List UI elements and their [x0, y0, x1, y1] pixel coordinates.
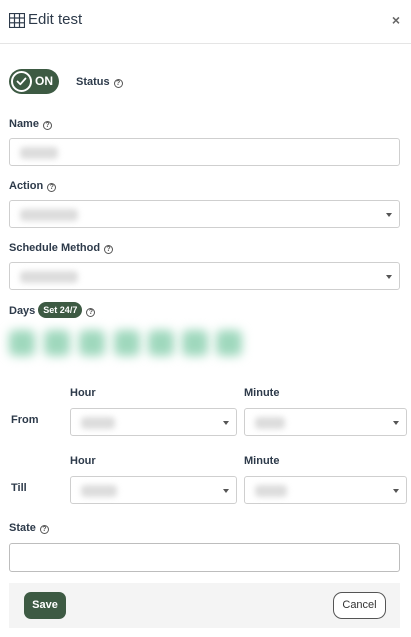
state-label-text: State: [9, 522, 36, 534]
help-icon[interactable]: ?: [104, 245, 114, 254]
day-chip[interactable]: [148, 330, 174, 356]
day-chip[interactable]: [182, 330, 208, 356]
day-chip[interactable]: [44, 330, 70, 356]
state-input[interactable]: [9, 543, 400, 572]
chevron-down-icon: [223, 489, 229, 493]
till-hour-select[interactable]: [70, 476, 237, 504]
status-toggle[interactable]: ON: [9, 69, 59, 94]
name-label: Name?: [9, 118, 52, 130]
check-icon: [11, 71, 32, 92]
from-minute-select[interactable]: [244, 408, 407, 436]
till-minute-select[interactable]: [244, 476, 407, 504]
set-24-7-button[interactable]: Set 24/7: [38, 302, 83, 318]
days-label-text: Days: [9, 305, 36, 317]
day-chip[interactable]: [114, 330, 140, 356]
from-minute-value-redacted: [255, 417, 285, 429]
day-chip[interactable]: [9, 330, 35, 356]
action-label-text: Action: [9, 180, 44, 192]
help-icon[interactable]: ?: [86, 308, 96, 317]
state-label: State?: [9, 522, 49, 534]
dialog-footer: Save Cancel: [9, 583, 400, 628]
status-label: Status?: [76, 76, 123, 88]
chevron-down-icon: [386, 275, 392, 279]
from-label: From: [11, 414, 39, 426]
name-value-redacted: [20, 147, 58, 159]
from-hour-label: Hour: [70, 387, 96, 399]
status-label-text: Status: [76, 76, 110, 88]
schedule-method-label: Schedule Method?: [9, 242, 114, 254]
action-value-redacted: [20, 209, 78, 221]
schedule-value-redacted: [20, 271, 78, 283]
help-icon[interactable]: ?: [47, 183, 57, 192]
save-button[interactable]: Save: [24, 592, 66, 619]
chevron-down-icon: [223, 421, 229, 425]
day-chip[interactable]: [79, 330, 105, 356]
day-chip[interactable]: [216, 330, 242, 356]
schedule-label-text: Schedule Method: [9, 242, 101, 254]
till-hour-label: Hour: [70, 455, 96, 467]
help-icon[interactable]: ?: [42, 121, 52, 130]
name-input[interactable]: [9, 138, 400, 166]
close-icon[interactable]: ×: [392, 12, 400, 28]
till-minute-value-redacted: [255, 485, 287, 497]
action-select[interactable]: [9, 200, 400, 228]
till-label: Till: [11, 482, 27, 494]
schedule-method-select[interactable]: [9, 262, 400, 290]
cancel-button[interactable]: Cancel: [333, 592, 386, 619]
name-label-text: Name: [9, 118, 39, 130]
from-hour-select[interactable]: [70, 408, 237, 436]
from-minute-label: Minute: [244, 387, 280, 399]
chevron-down-icon: [393, 489, 399, 493]
help-icon[interactable]: ?: [39, 525, 49, 534]
till-hour-value-redacted: [81, 485, 117, 497]
chevron-down-icon: [393, 421, 399, 425]
table-icon: [9, 13, 25, 28]
chevron-down-icon: [386, 213, 392, 217]
till-minute-label: Minute: [244, 455, 280, 467]
help-icon[interactable]: ?: [113, 79, 123, 88]
from-hour-value-redacted: [81, 417, 115, 429]
action-label: Action?: [9, 180, 57, 192]
toggle-label: ON: [35, 74, 53, 88]
dialog-header: Edit test ×: [0, 0, 411, 44]
dialog-title: Edit test: [28, 11, 83, 28]
days-label: Days Set 24/7?: [9, 302, 96, 318]
